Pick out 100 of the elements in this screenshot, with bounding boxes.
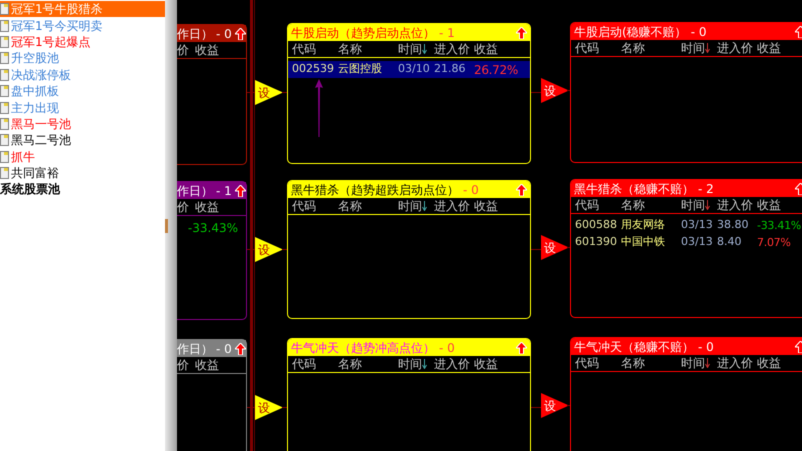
column-header[interactable]: 代码 — [575, 357, 599, 369]
column-header[interactable]: 名称 — [621, 42, 645, 54]
set-trigger[interactable]: 设 — [255, 80, 283, 105]
column-header[interactable]: 价 — [177, 41, 189, 59]
time-cell-text: 03/13 — [681, 217, 714, 234]
code-cell-text: 002539 — [292, 61, 335, 78]
column-header[interactable]: 进入价 — [434, 200, 470, 212]
up-arrow-icon[interactable] — [234, 184, 246, 196]
column-header[interactable]: 时间 — [398, 358, 422, 370]
column-header[interactable]: 进入价 — [717, 42, 753, 54]
column-header[interactable]: 收益 — [195, 356, 219, 374]
column-header[interactable]: 收益 — [195, 198, 219, 216]
panel-title: 作日） — [177, 340, 213, 358]
stock-row[interactable]: 601390 中国中铁 03/13 8.40 7.07% — [571, 234, 802, 251]
set-trigger[interactable]: 设 — [255, 395, 283, 420]
price-cell-text: 38.80 — [717, 217, 750, 234]
up-arrow-icon[interactable] — [516, 26, 527, 38]
document-icon — [0, 150, 9, 163]
pool-item[interactable]: 黑马一号池 — [0, 116, 165, 132]
pool-item[interactable]: 升空股池 — [0, 50, 165, 67]
column-header[interactable]: 价 — [177, 198, 189, 216]
panel-count: - 2 — [698, 180, 714, 198]
pool-item[interactable]: 共同富裕 — [0, 164, 165, 182]
pool-item[interactable]: 冠军1号起爆点 — [0, 34, 165, 50]
set-trigger[interactable]: 设 — [255, 237, 283, 262]
panel-title: 黑牛猎杀（稳赚不赔） — [574, 180, 694, 198]
pool-item[interactable]: 主力出现 — [0, 99, 165, 116]
panel-count: - 1 — [216, 182, 232, 200]
panel-count: - 0 — [690, 24, 706, 40]
column-header[interactable]: 名称 — [338, 358, 362, 370]
panel-count: - 0 — [698, 338, 714, 356]
column-header[interactable]: 进入价 — [717, 199, 753, 211]
splitter[interactable] — [165, 0, 177, 451]
column-header[interactable]: 代码 — [575, 42, 599, 54]
stock-row[interactable]: 600588 用友网络 03/13 38.80 -33.41% — [571, 217, 802, 234]
column-header[interactable]: 代码 — [292, 200, 316, 212]
document-icon — [0, 134, 9, 146]
column-header[interactable]: 名称 — [621, 199, 645, 211]
stock-row[interactable]: 002539 云图控股 03/10 21.86 26.72% — [288, 61, 530, 78]
pool-item[interactable]: 黑马二号池 — [0, 132, 165, 149]
time-cell-text: 03/10 — [398, 61, 431, 78]
name-cell-text: 云图控股 — [338, 61, 383, 78]
column-header[interactable]: 时间 — [681, 42, 705, 54]
gain-cell-text: -33.43% — [188, 220, 238, 237]
code-cell-text: 600588 — [575, 217, 618, 234]
column-header[interactable]: 进入价 — [434, 358, 470, 370]
column-header[interactable]: 时间 — [398, 200, 422, 212]
set-trigger[interactable]: 设 — [541, 235, 569, 260]
time-cell-text: 03/13 — [681, 234, 714, 250]
annotation-arrow — [315, 79, 323, 137]
up-arrow-icon[interactable] — [516, 184, 527, 196]
panel-count: - 0 — [463, 182, 479, 198]
column-header[interactable]: 收益 — [757, 357, 781, 369]
column-header[interactable]: 收益 — [474, 200, 498, 212]
up-arrow-icon[interactable] — [516, 342, 527, 354]
column-header[interactable]: 收益 — [474, 43, 498, 55]
column-header[interactable]: 时间 — [681, 199, 705, 211]
column-header[interactable]: 时间 — [681, 357, 705, 369]
column-header[interactable]: 代码 — [575, 199, 599, 211]
column-header[interactable]: 收益 — [474, 358, 498, 370]
panel-title: 牛股启动(稳赚不赔） — [574, 24, 687, 40]
gain-cell: 7.07% — [757, 237, 791, 248]
column-header[interactable]: 收益 — [757, 199, 781, 211]
sort-arrow-icon — [705, 200, 710, 210]
column-header[interactable]: 收益 — [757, 42, 781, 54]
column-header[interactable]: 价 — [177, 356, 189, 374]
pool-item[interactable]: 盘中抓板 — [0, 82, 165, 100]
set-trigger[interactable]: 设 — [541, 393, 569, 418]
column-header[interactable]: 代码 — [292, 358, 316, 370]
pool-item[interactable]: 决战涨停板 — [0, 66, 165, 83]
column-header[interactable]: 进入价 — [434, 43, 470, 55]
section-heading[interactable]: 系统股票池 — [0, 181, 165, 198]
name-cell-text: 用友网络 — [621, 217, 666, 234]
panel-title: 作日） — [177, 182, 213, 200]
sort-arrow-icon — [422, 44, 427, 54]
column-header[interactable]: 代码 — [292, 43, 316, 55]
panel-count: - 0 — [216, 26, 232, 42]
document-icon — [0, 20, 9, 32]
document-icon — [0, 118, 9, 130]
panel-title: 牛股启动（趋势启动点位） — [291, 24, 435, 42]
set-trigger[interactable]: 设 — [541, 78, 569, 103]
pool-item[interactable]: 抓牛 — [0, 148, 165, 165]
column-header[interactable]: 名称 — [338, 200, 362, 212]
panel-title: 作日） — [177, 26, 213, 42]
pool-item[interactable]: 冠军1号今买明卖 — [0, 17, 165, 34]
column-header[interactable]: 时间 — [398, 43, 422, 55]
column-header[interactable]: 收益 — [195, 41, 219, 59]
panel-count: - 0 — [216, 340, 232, 358]
document-icon — [0, 3, 9, 16]
column-header[interactable]: 进入价 — [717, 357, 753, 369]
column-header[interactable]: 名称 — [338, 43, 362, 55]
up-arrow-icon[interactable] — [234, 28, 246, 40]
column-header[interactable]: 名称 — [621, 357, 645, 369]
gain-cell: -33.41% — [757, 220, 801, 231]
panel-title: 牛气冲天（稳赚不赔） — [574, 338, 694, 356]
document-icon — [0, 36, 9, 48]
up-arrow-icon[interactable] — [234, 342, 246, 354]
gain-cell: 26.72% — [474, 64, 518, 76]
panel-count: - 0 — [439, 340, 455, 356]
sort-arrow-icon — [422, 359, 427, 369]
